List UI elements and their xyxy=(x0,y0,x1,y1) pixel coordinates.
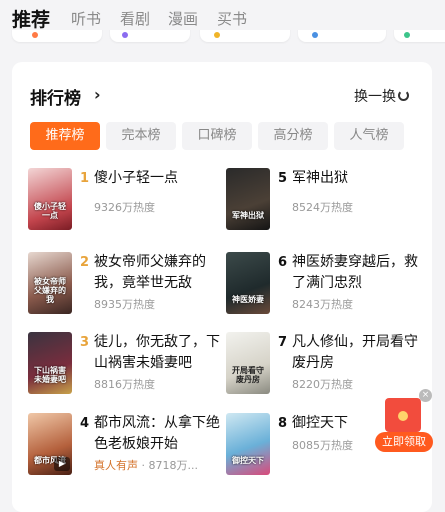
tab-drama[interactable]: 看剧 xyxy=(120,8,150,29)
refresh-button[interactable]: 换一换 xyxy=(354,86,396,106)
category-chips-row xyxy=(0,30,445,48)
book-item[interactable]: 都市风流 ▶ 4 都市风流：从拿下绝色老板娘开始 真人有声 · 8718万... xyxy=(28,413,228,475)
refresh-icon[interactable] xyxy=(398,90,409,101)
rank-number: 3 xyxy=(80,335,90,350)
book-meta: 真人有声 · 8718万... xyxy=(94,459,198,472)
book-heat: 8816万热度 xyxy=(94,378,155,391)
tab-comics[interactable]: 漫画 xyxy=(168,8,198,29)
ranking-tab-reputation[interactable]: 口碑榜 xyxy=(182,122,252,150)
play-icon[interactable]: ▶ xyxy=(54,457,70,471)
book-title: 神医娇妻穿越后，救了满门忠烈 xyxy=(292,254,418,291)
rank-number: 4 xyxy=(80,416,90,431)
category-chip[interactable] xyxy=(110,30,190,42)
rank-number: 8 xyxy=(278,416,288,431)
ranking-tab-completed[interactable]: 完本榜 xyxy=(106,122,176,150)
rank-number: 6 xyxy=(278,255,288,270)
ranking-tab-high-score[interactable]: 高分榜 xyxy=(258,122,328,150)
book-cover[interactable]: 神医娇妻 xyxy=(226,252,270,314)
rank-number: 1 xyxy=(80,171,90,186)
chevron-right-icon[interactable]: › xyxy=(94,85,101,104)
book-heat: 9326万热度 xyxy=(94,201,155,214)
claim-button[interactable]: 立即领取 xyxy=(375,432,433,452)
book-item[interactable]: 下山祸害未婚妻吧 3 徒儿，你无敌了，下山祸害未婚妻吧 8816万热度 xyxy=(28,332,228,394)
category-chip[interactable] xyxy=(394,30,445,42)
rank-number: 7 xyxy=(278,335,288,350)
category-chip[interactable] xyxy=(298,30,386,42)
book-cover[interactable]: 傻小子轻一点 xyxy=(28,168,72,230)
category-chip[interactable] xyxy=(12,30,102,42)
audio-tag: 真人有声 xyxy=(94,459,138,472)
book-cover[interactable]: 军神出狱 xyxy=(226,168,270,230)
book-title: 徒儿，你无敌了，下山祸害未婚妻吧 xyxy=(94,334,220,371)
rank-number: 2 xyxy=(80,255,90,270)
red-envelope-icon[interactable] xyxy=(385,398,421,432)
book-title: 都市风流：从拿下绝色老板娘开始 xyxy=(94,415,220,452)
book-item[interactable]: 军神出狱 5 军神出狱 8524万热度 xyxy=(226,168,426,230)
book-cover[interactable]: 被女帝师父嫌弃的我 xyxy=(28,252,72,314)
book-cover[interactable]: 御控天下 xyxy=(226,413,270,475)
ranking-tab-popularity[interactable]: 人气榜 xyxy=(334,122,404,150)
book-title: 凡人修仙，开局看守废丹房 xyxy=(292,334,418,371)
ranking-card: 排行榜 › 换一换 推荐榜 完本榜 口碑榜 高分榜 人气榜 傻小子轻一点 1 傻… xyxy=(12,62,432,512)
close-icon[interactable]: × xyxy=(419,389,432,402)
book-cover[interactable]: 下山祸害未婚妻吧 xyxy=(28,332,72,394)
tab-audiobooks[interactable]: 听书 xyxy=(71,8,101,29)
book-title: 军神出狱 xyxy=(292,170,348,186)
book-cover[interactable]: 开局看守废丹房 xyxy=(226,332,270,394)
book-heat: 8243万热度 xyxy=(292,298,353,311)
rank-number: 5 xyxy=(278,171,288,186)
ranking-tab-recommend[interactable]: 推荐榜 xyxy=(30,122,100,150)
book-heat: 8524万热度 xyxy=(292,201,353,214)
book-heat: 8935万热度 xyxy=(94,298,155,311)
book-item[interactable]: 开局看守废丹房 7 凡人修仙，开局看守废丹房 8220万热度 xyxy=(226,332,426,394)
book-cover[interactable]: 都市风流 ▶ xyxy=(28,413,72,475)
red-envelope-promo[interactable]: × 立即领取 xyxy=(375,389,433,462)
tab-recommend[interactable]: 推荐 xyxy=(12,5,50,32)
tab-buy-books[interactable]: 买书 xyxy=(217,8,247,29)
ranking-title[interactable]: 排行榜 xyxy=(30,84,81,109)
book-heat: 8085万热度 xyxy=(292,439,353,452)
book-heat: 8718万... xyxy=(148,459,198,472)
book-item[interactable]: 傻小子轻一点 1 傻小子轻一点 9326万热度 xyxy=(28,168,228,230)
book-title: 被女帝师父嫌弃的我，竟举世无敌 xyxy=(94,254,206,291)
book-heat: 8220万热度 xyxy=(292,378,353,391)
book-item[interactable]: 被女帝师父嫌弃的我 2 被女帝师父嫌弃的我，竟举世无敌 8935万热度 xyxy=(28,252,228,314)
book-item[interactable]: 神医娇妻 6 神医娇妻穿越后，救了满门忠烈 8243万热度 xyxy=(226,252,426,314)
category-chip[interactable] xyxy=(200,30,290,42)
book-title: 傻小子轻一点 xyxy=(94,170,178,186)
